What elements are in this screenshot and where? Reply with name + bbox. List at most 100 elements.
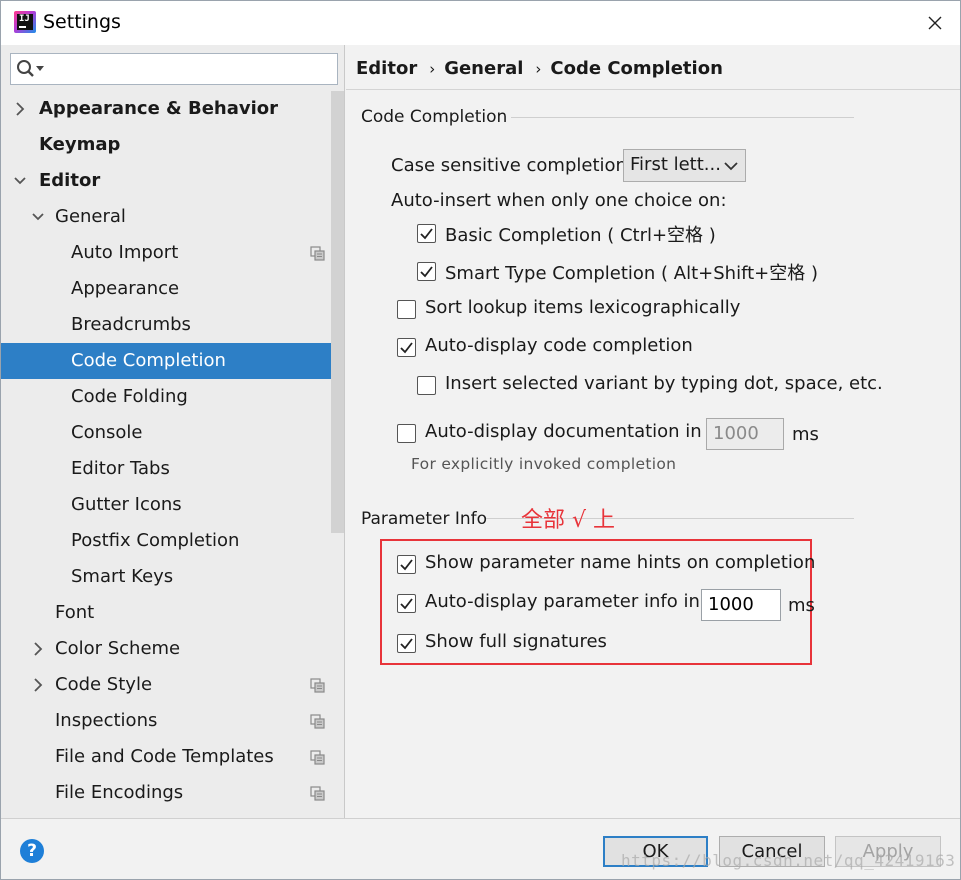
sort-lookup-label: Sort lookup items lexicographically xyxy=(425,297,741,318)
show-name-hints-label: Show parameter name hints on completion xyxy=(425,552,816,573)
settings-tree-panel: Appearance & Behavior Keymap Editor General… xyxy=(1,45,345,818)
project-settings-icon xyxy=(310,246,325,261)
documentation-delay-unit: ms xyxy=(792,424,819,445)
breadcrumb-separator-icon: › xyxy=(429,60,436,78)
tree-item-appearance-behavior[interactable]: Appearance & Behavior xyxy=(1,91,331,127)
tree-item-label: General xyxy=(55,206,126,227)
tree-item-label: Keymap xyxy=(39,134,121,155)
tree-item-auto-import[interactable]: Auto Import xyxy=(1,235,331,271)
search-input[interactable] xyxy=(10,53,338,85)
tree-item-keymap[interactable]: Keymap xyxy=(1,127,331,163)
tree-item-label: Breadcrumbs xyxy=(71,314,191,335)
tree-item-breadcrumbs[interactable]: Breadcrumbs xyxy=(1,307,331,343)
help-icon[interactable]: ? xyxy=(20,839,44,863)
search-icon[interactable] xyxy=(15,58,47,80)
tree-item-smart-keys[interactable]: Smart Keys xyxy=(1,559,331,595)
chevron-right-icon[interactable] xyxy=(13,101,27,117)
tree-item-editor-tabs[interactable]: Editor Tabs xyxy=(1,451,331,487)
breadcrumb-item: Code Completion xyxy=(550,58,723,79)
tree-item-editor[interactable]: Editor xyxy=(1,163,331,199)
param-info-delay-field[interactable]: 1000 xyxy=(701,589,781,621)
window-title: Settings xyxy=(43,11,121,33)
show-name-hints-checkbox[interactable] xyxy=(397,555,416,574)
case-sensitive-value: First lett... xyxy=(630,154,721,175)
settings-content-panel: Editor › General › Code Completion Code Comp… xyxy=(346,45,960,818)
chevron-down-icon xyxy=(724,162,738,171)
breadcrumb: Editor › General › Code Completion xyxy=(356,58,723,79)
title-bar: IJ Settings xyxy=(1,1,960,45)
project-settings-icon xyxy=(310,750,325,765)
tree-item-file-encodings[interactable]: File Encodings xyxy=(1,775,331,811)
tree-item-label: Code Completion xyxy=(71,350,226,371)
code-completion-group-title: Code Completion xyxy=(361,107,508,127)
tree-item-label: Editor xyxy=(39,170,101,191)
tree-item-color-scheme[interactable]: Color Scheme xyxy=(1,631,331,667)
case-sensitive-dropdown[interactable]: First lett... xyxy=(623,149,746,182)
tree-item-file-and-code-templates[interactable]: File and Code Templates xyxy=(1,739,331,775)
checkmark-icon xyxy=(420,228,433,240)
tree-item-label: Appearance xyxy=(71,278,180,299)
close-icon[interactable] xyxy=(921,9,949,37)
annotation-text: 全部 √ 上 xyxy=(521,508,616,533)
show-full-signatures-label: Show full signatures xyxy=(425,631,607,652)
auto-display-documentation-checkbox[interactable] xyxy=(397,424,416,443)
project-settings-icon xyxy=(310,786,325,801)
chevron-down-icon[interactable] xyxy=(13,173,27,189)
breadcrumb-item: General xyxy=(444,58,524,79)
auto-display-param-info-checkbox[interactable] xyxy=(397,594,416,613)
tree-item-label: Inspections xyxy=(55,710,158,731)
auto-display-param-info-label: Auto-display parameter info in xyxy=(425,591,700,612)
checkmark-icon xyxy=(420,266,433,278)
tree-item-code-completion[interactable]: Code Completion xyxy=(1,343,344,379)
settings-window: IJ Settings Appearance & Behavior Keymap E… xyxy=(0,0,961,880)
tree-item-code-folding[interactable]: Code Folding xyxy=(1,379,331,415)
basic-completion-checkbox[interactable] xyxy=(417,224,436,243)
tree-item-font[interactable]: Font xyxy=(1,595,331,631)
tree-item-label: Editor Tabs xyxy=(71,458,170,479)
tree-item-label: Gutter Icons xyxy=(71,494,182,515)
tree-item-label: File Encodings xyxy=(55,782,184,803)
tree-item-general[interactable]: General xyxy=(1,199,331,235)
tree-item-code-style[interactable]: Code Style xyxy=(1,667,331,703)
documentation-hint: For explicitly invoked completion xyxy=(411,455,677,473)
tree-item-gutter-icons[interactable]: Gutter Icons xyxy=(1,487,331,523)
tree-item-label: Console xyxy=(71,422,143,443)
show-full-signatures-checkbox[interactable] xyxy=(397,634,416,653)
sort-lookup-checkbox[interactable] xyxy=(397,300,416,319)
breadcrumb-item: Editor xyxy=(356,58,418,79)
insert-selected-variant-label: Insert selected variant by typing dot, s… xyxy=(445,373,883,394)
tree-item-label: Code Style xyxy=(55,674,153,695)
tree-item-label: Color Scheme xyxy=(55,638,181,659)
checkmark-icon xyxy=(400,598,413,610)
dialog-button-bar: ? OK Cancel Apply https://blog.csdn.net/… xyxy=(1,818,960,879)
basic-completion-label: Basic Completion ( Ctrl+空格 ) xyxy=(445,225,716,246)
group-divider xyxy=(511,117,854,118)
checkmark-icon xyxy=(400,638,413,650)
case-sensitive-label: Case sensitive completion: xyxy=(391,155,634,176)
chevron-right-icon[interactable] xyxy=(31,677,45,693)
chevron-right-icon[interactable] xyxy=(31,641,45,657)
parameter-info-group-title: Parameter Info xyxy=(361,509,488,529)
documentation-delay-field[interactable]: 1000 xyxy=(706,418,784,450)
auto-display-completion-label: Auto-display code completion xyxy=(425,335,693,356)
tree-item-inspections[interactable]: Inspections xyxy=(1,703,331,739)
tree-item-postfix-completion[interactable]: Postfix Completion xyxy=(1,523,331,559)
chevron-down-icon[interactable] xyxy=(31,209,45,225)
smart-type-completion-label: Smart Type Completion ( Alt+Shift+空格 ) xyxy=(445,263,818,284)
tree-item-label: File and Code Templates xyxy=(55,746,274,767)
checkmark-icon xyxy=(400,342,413,354)
tree-item-appearance[interactable]: Appearance xyxy=(1,271,331,307)
project-settings-icon xyxy=(310,678,325,693)
tree-item-label: Postfix Completion xyxy=(71,530,240,551)
project-settings-icon xyxy=(310,714,325,729)
tree-scrollbar[interactable] xyxy=(331,91,344,533)
smart-type-completion-checkbox[interactable] xyxy=(417,262,436,281)
breadcrumb-divider xyxy=(346,89,960,90)
watermark-text: https://blog.csdn.net/qq_42419163 xyxy=(621,851,956,870)
param-info-delay-unit: ms xyxy=(788,595,815,616)
breadcrumb-separator-icon: › xyxy=(535,60,542,78)
tree-item-console[interactable]: Console xyxy=(1,415,331,451)
auto-display-completion-checkbox[interactable] xyxy=(397,338,416,357)
checkmark-icon xyxy=(400,559,413,571)
insert-selected-variant-checkbox[interactable] xyxy=(417,376,436,395)
